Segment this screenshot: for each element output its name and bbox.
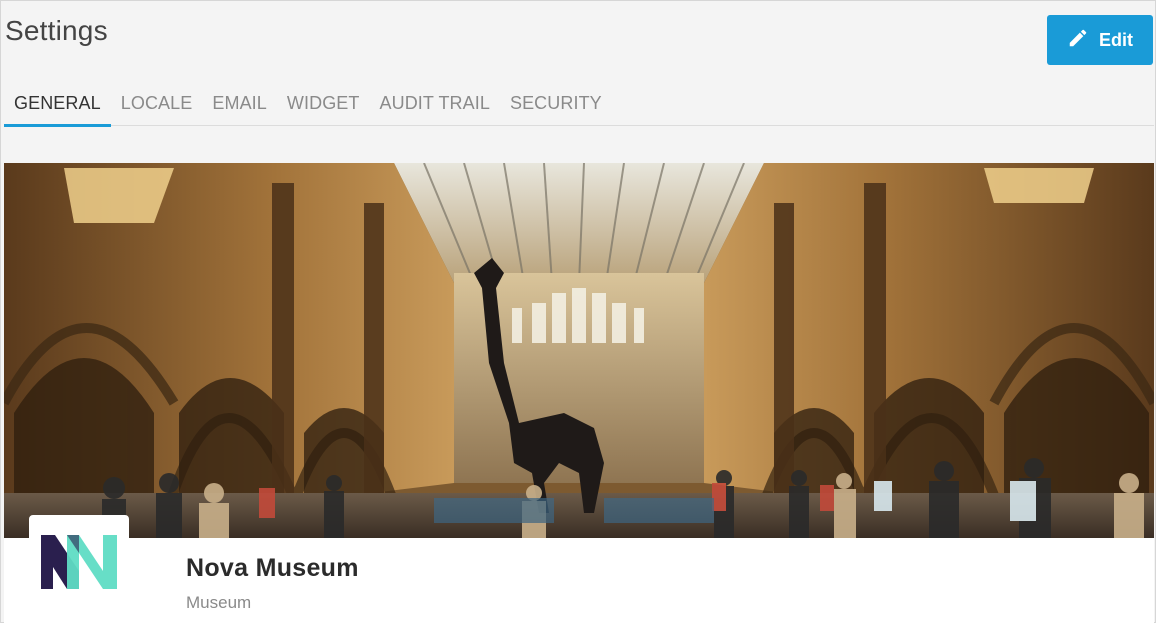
page-title: Settings: [5, 15, 108, 46]
tab-locale[interactable]: LOCALE: [111, 85, 203, 126]
organization-name: Nova Museum: [186, 554, 359, 582]
settings-tabs: GENERAL LOCALE EMAIL WIDGET AUDIT TRAIL …: [4, 85, 1154, 127]
organization-type: Museum: [186, 593, 252, 612]
tab-audit-trail[interactable]: AUDIT TRAIL: [370, 85, 500, 126]
tab-email[interactable]: EMAIL: [202, 85, 277, 126]
organization-logo: [29, 515, 129, 607]
pencil-icon: [1067, 27, 1089, 54]
tab-general[interactable]: GENERAL: [4, 85, 111, 127]
tab-widget[interactable]: WIDGET: [277, 85, 370, 126]
settings-page: Settings Edit GENERAL LOCALE EMAIL WIDGE…: [0, 0, 1156, 623]
edit-button[interactable]: Edit: [1047, 15, 1153, 65]
cover-image: [4, 163, 1154, 538]
edit-button-label: Edit: [1099, 29, 1133, 50]
profile-area: [4, 538, 1154, 623]
tab-security[interactable]: SECURITY: [500, 85, 612, 126]
organization-card: Nova Museum Museum: [4, 163, 1154, 623]
